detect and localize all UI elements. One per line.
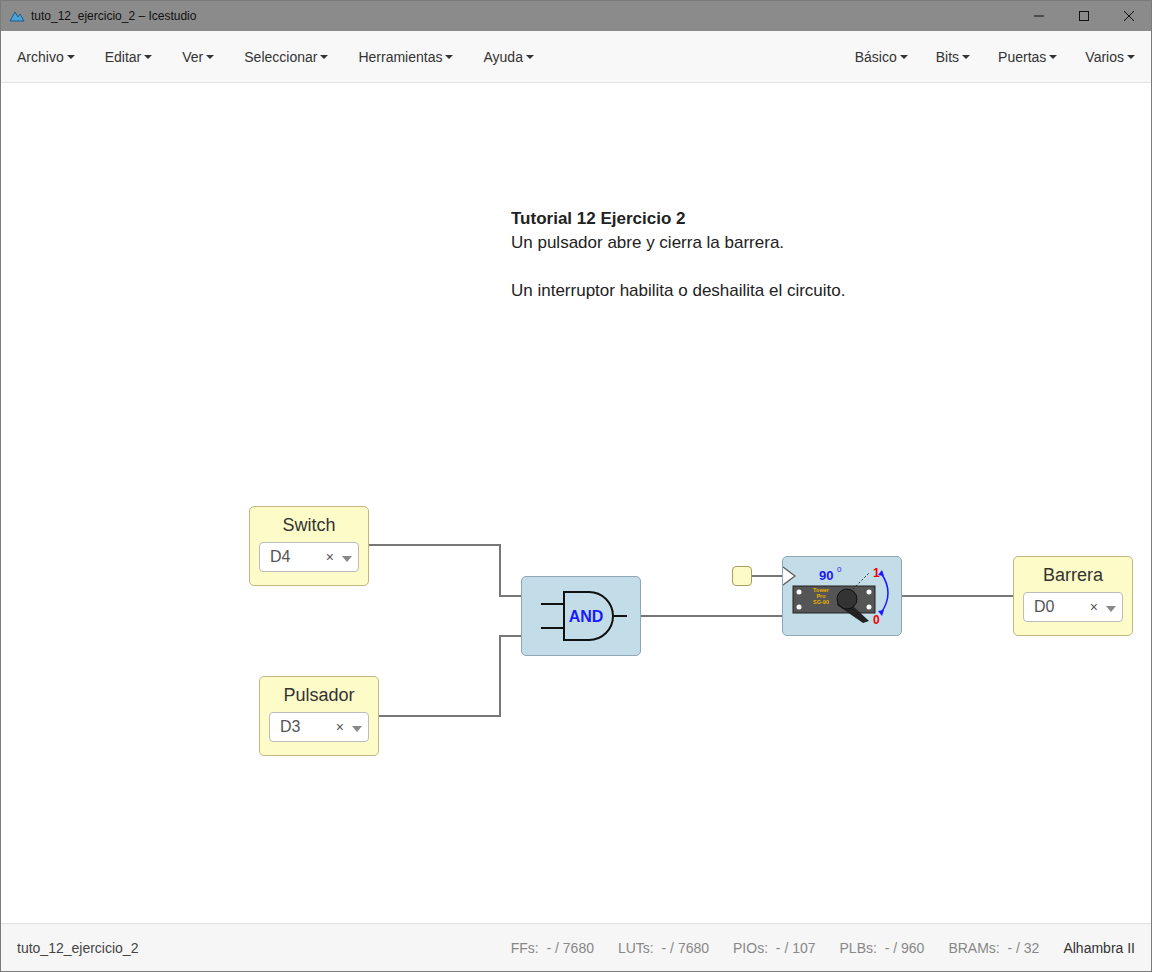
svg-text:90: 90 xyxy=(819,568,833,583)
pin-value: D4 xyxy=(270,548,326,566)
caret-icon xyxy=(144,55,152,59)
menu-item[interactable]: Herramientas xyxy=(358,49,453,65)
close-icon xyxy=(1124,11,1134,21)
menu-item[interactable]: Ver xyxy=(182,49,214,65)
window-title: tuto_12_ejercicio_2 – Icestudio xyxy=(31,9,1016,23)
status-counter: BRAMs: - / 32 xyxy=(948,940,1039,956)
menu-item[interactable]: Básico xyxy=(855,49,908,65)
and-gate-icon: AND xyxy=(531,586,631,646)
icestudio-icon xyxy=(9,9,25,23)
menu-item[interactable]: Archivo xyxy=(17,49,75,65)
status-counter: PLBs: - / 960 xyxy=(840,940,925,956)
pin-clear[interactable]: × xyxy=(336,719,344,735)
menu-item[interactable]: Seleccionar xyxy=(244,49,328,65)
status-file: tuto_12_ejercicio_2 xyxy=(17,940,487,956)
caret-icon xyxy=(1127,55,1135,59)
wire xyxy=(641,615,782,617)
canvas[interactable]: Tutorial 12 Ejercicio 2Un pulsador abre … xyxy=(1,83,1151,923)
pin-clear[interactable]: × xyxy=(1090,599,1098,615)
caret-icon xyxy=(900,55,908,59)
maximize-icon xyxy=(1079,11,1089,21)
caret-icon xyxy=(352,726,362,732)
svg-text:SG-90: SG-90 xyxy=(813,599,829,605)
close-button[interactable] xyxy=(1106,1,1151,31)
io-block[interactable]: Barrera D0× xyxy=(1013,556,1133,636)
wire xyxy=(902,595,1013,597)
svg-text:AND: AND xyxy=(569,608,604,625)
window: tuto_12_ejercicio_2 – Icestudio Archivo Ed… xyxy=(0,0,1152,972)
menu-item[interactable]: Varios xyxy=(1085,49,1135,65)
caret-icon xyxy=(206,55,214,59)
svg-text:0: 0 xyxy=(837,565,842,574)
wire xyxy=(379,636,521,716)
comment-line: Un interruptor habilita o deshailita el … xyxy=(511,279,846,303)
title-bar: tuto_12_ejercicio_2 – Icestudio xyxy=(1,1,1151,31)
svg-text:1: 1 xyxy=(873,566,880,580)
status-board[interactable]: Alhambra II xyxy=(1063,940,1135,956)
constant-block[interactable] xyxy=(732,566,752,586)
minimize-icon xyxy=(1034,11,1044,21)
pin-clear[interactable]: × xyxy=(326,549,334,565)
io-label: Switch xyxy=(282,515,335,536)
maximize-button[interactable] xyxy=(1061,1,1106,31)
and-gate[interactable]: AND xyxy=(521,576,641,656)
io-block[interactable]: Switch D4× xyxy=(249,506,369,586)
menu-item[interactable]: Editar xyxy=(105,49,153,65)
wire xyxy=(369,545,521,596)
caret-icon xyxy=(342,556,352,562)
wire xyxy=(752,575,782,577)
menu-item[interactable]: Puertas xyxy=(998,49,1057,65)
servo-icon: 900TowerProSG-9010 xyxy=(783,557,901,635)
caret-icon xyxy=(320,55,328,59)
menu-bar: Archivo Editar Ver Seleccionar Herramientas A… xyxy=(1,31,1151,83)
comment-title: Tutorial 12 Ejercicio 2 xyxy=(511,207,846,231)
io-label: Barrera xyxy=(1043,565,1103,586)
caret-icon xyxy=(1106,606,1116,612)
caret-icon xyxy=(962,55,970,59)
io-block[interactable]: Pulsador D3× xyxy=(259,676,379,756)
caret-icon xyxy=(1049,55,1057,59)
minimize-button[interactable] xyxy=(1016,1,1061,31)
io-label: Pulsador xyxy=(283,685,354,706)
status-counter: PIOs: - / 107 xyxy=(733,940,816,956)
status-counter: FFs: - / 7680 xyxy=(511,940,594,956)
caret-icon xyxy=(67,55,75,59)
comment[interactable]: Tutorial 12 Ejercicio 2Un pulsador abre … xyxy=(511,207,846,303)
pin-select[interactable]: D3× xyxy=(269,712,369,742)
servo-block[interactable]: 900TowerProSG-9010 xyxy=(782,556,902,636)
caret-icon xyxy=(526,55,534,59)
pin-select[interactable]: D0× xyxy=(1023,592,1123,622)
pin-select[interactable]: D4× xyxy=(259,542,359,572)
menu-item[interactable]: Bits xyxy=(936,49,970,65)
pin-value: D3 xyxy=(280,718,336,736)
pin-value: D0 xyxy=(1034,598,1090,616)
caret-icon xyxy=(445,55,453,59)
comment-line: Un pulsador abre y cierra la barrera. xyxy=(511,231,846,255)
menu-item[interactable]: Ayuda xyxy=(483,49,533,65)
status-counter: LUTs: - / 7680 xyxy=(618,940,709,956)
svg-text:0: 0 xyxy=(873,613,880,627)
status-bar: tuto_12_ejercicio_2 FFs: - / 7680 LUTs: - … xyxy=(1,923,1151,971)
